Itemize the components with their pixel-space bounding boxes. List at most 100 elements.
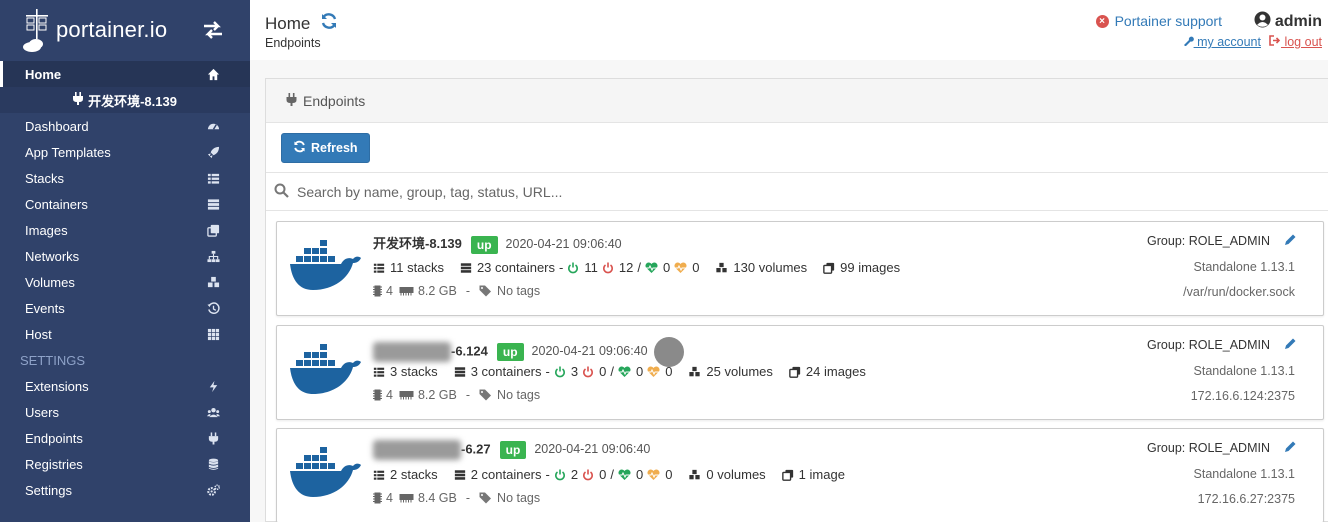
endpoint-group: Group: ROLE_ADMIN: [1147, 337, 1297, 353]
endpoint-title: -6.27 up 2020-04-21 09:06:40: [373, 440, 650, 460]
sidebar-item-settings[interactable]: Settings: [0, 477, 250, 503]
endpoint-snapshot-date: 2020-04-21 09:06:40: [531, 344, 648, 359]
endpoint-card[interactable]: -6.124 up 2020-04-21 09:06:40 3 stacks 3 c…: [276, 325, 1324, 420]
group-name: Group: ROLE_ADMIN: [1147, 234, 1270, 248]
tags-icon: [479, 389, 493, 401]
endpoint-group: Group: ROLE_ADMIN: [1147, 233, 1297, 249]
pencil-icon[interactable]: [1284, 233, 1297, 249]
endpoint-card[interactable]: -6.27 up 2020-04-21 09:06:40 2 stacks 2 co…: [276, 428, 1324, 522]
refresh-button[interactable]: Refresh: [281, 132, 370, 163]
my-account-link[interactable]: my account: [1183, 35, 1261, 49]
microchip-icon: [373, 492, 382, 504]
exchange-icon[interactable]: [202, 20, 224, 40]
sidebar-item-label: Users: [25, 404, 59, 420]
th-list-icon: [373, 262, 385, 274]
volumes-count: 0 volumes: [706, 467, 766, 482]
power-stopped-icon: [582, 366, 594, 378]
sidebar-item-images[interactable]: Images: [0, 217, 250, 243]
pencil-icon[interactable]: [1284, 440, 1297, 456]
page-header: Home Endpoints × Portainer support admin…: [250, 0, 1328, 60]
wrench-icon: [1183, 35, 1194, 49]
cubes-icon: [206, 275, 220, 289]
search-icon: [274, 183, 289, 201]
brand[interactable]: portainer.io: [0, 0, 250, 60]
sidebar-item-label: Volumes: [25, 274, 75, 290]
memory-size: 8.4 GB: [417, 491, 457, 505]
portainer-logo-icon: [23, 9, 48, 52]
endpoint-name: 开发环境-8.139: [373, 236, 462, 251]
docker-logo-icon: [290, 447, 361, 497]
sidebar-item-extensions[interactable]: Extensions: [0, 373, 250, 399]
sidebar-item-label: Events: [25, 300, 65, 316]
sidebar-item-users[interactable]: Users: [0, 399, 250, 425]
search-input[interactable]: [297, 183, 997, 200]
sidebar-item-home[interactable]: Home: [0, 61, 250, 87]
sidebar-item-dashboard[interactable]: Dashboard: [0, 113, 250, 139]
healthy-count: 0: [635, 467, 644, 482]
sidebar-item-events[interactable]: Events: [0, 295, 250, 321]
power-stopped-icon: [602, 262, 614, 274]
volumes-count: 25 volumes: [706, 364, 773, 379]
sidebar-item-endpoints[interactable]: Endpoints: [0, 425, 250, 451]
docker-version: Standalone 1.13.1: [1193, 260, 1295, 274]
sidebar-item-label: Registries: [25, 456, 83, 472]
th-list-icon: [206, 171, 220, 185]
containers-count: 3 containers: [470, 364, 542, 379]
log-out-link[interactable]: log out: [1269, 35, 1322, 49]
running-count: 3: [570, 364, 579, 379]
sidebar-item-label: Host: [25, 326, 52, 342]
endpoint-hardware: 4 8.4 GB - No tags: [373, 491, 540, 505]
sidebar-item-app-templates[interactable]: App Templates: [0, 139, 250, 165]
username: admin: [1274, 13, 1322, 30]
cubes-icon: [688, 469, 701, 481]
support-label: Portainer support: [1114, 13, 1222, 29]
refresh-icon[interactable]: [320, 12, 338, 35]
portainer-support-link[interactable]: × Portainer support: [1095, 13, 1222, 29]
endpoint-stats: 11 stacks 23 containers - 11 12 / 0 0 13…: [373, 260, 916, 275]
pencil-icon[interactable]: [1284, 337, 1297, 353]
heartbeat-unhealthy-icon: [647, 468, 660, 481]
sidebar-item-stacks[interactable]: Stacks: [0, 165, 250, 191]
images-count: 99 images: [840, 260, 901, 275]
stacks-count: 11 stacks: [390, 260, 444, 275]
stacks-count: 3 stacks: [390, 364, 438, 379]
refresh-button-label: Refresh: [311, 140, 358, 155]
sidebar-item-label: Extensions: [25, 378, 89, 394]
unhealthy-count: 0: [665, 364, 673, 379]
sidebar-item-containers[interactable]: Containers: [0, 191, 250, 217]
log-out-label: log out: [1280, 35, 1322, 49]
sidebar-item-label: Dashboard: [25, 118, 89, 134]
memory-size: 8.2 GB: [417, 284, 457, 298]
endpoint-name: -6.124: [451, 343, 488, 359]
endpoint-title: 开发环境-8.139 up 2020-04-21 09:06:40: [373, 233, 622, 254]
sidebar-item-volumes[interactable]: Volumes: [0, 269, 250, 295]
widget-toolbar: Refresh: [266, 123, 1328, 173]
containers-count: 23 containers: [476, 260, 556, 275]
docker-logo-icon: [290, 240, 361, 290]
brand-name: portainer.io: [56, 17, 168, 42]
tags-icon: [479, 492, 493, 504]
widget-title: Endpoints: [303, 92, 366, 109]
server-icon: [454, 469, 466, 481]
endpoint-card[interactable]: 开发环境-8.139 up 2020-04-21 09:06:40 11 stack…: [276, 221, 1324, 316]
redacted-name-blur: [373, 440, 461, 460]
unhealthy-count: 0: [665, 467, 673, 482]
rocket-icon: [206, 145, 220, 159]
sidebar-item-registries[interactable]: Registries: [0, 451, 250, 477]
clone-icon: [823, 262, 835, 274]
endpoint-url: 172.16.6.27:2375: [1197, 492, 1295, 506]
power-running-icon: [554, 469, 566, 481]
sidebar-item-networks[interactable]: Networks: [0, 243, 250, 269]
clone-icon: [781, 469, 794, 481]
user-menu: admin: [1254, 11, 1322, 33]
server-icon: [454, 366, 466, 378]
sidebar-item-host[interactable]: Host: [0, 321, 250, 347]
clone-icon: [789, 366, 801, 378]
th-list-icon: [373, 366, 385, 378]
stopped-count: 0: [599, 364, 607, 379]
healthy-count: 0: [635, 364, 644, 379]
sidebar-item-label: Settings: [25, 482, 72, 498]
endpoint-url: /var/run/docker.sock: [1183, 285, 1295, 299]
endpoint-title: -6.124 up 2020-04-21 09:06:40: [373, 337, 684, 367]
redacted-name-blur: [373, 342, 451, 362]
